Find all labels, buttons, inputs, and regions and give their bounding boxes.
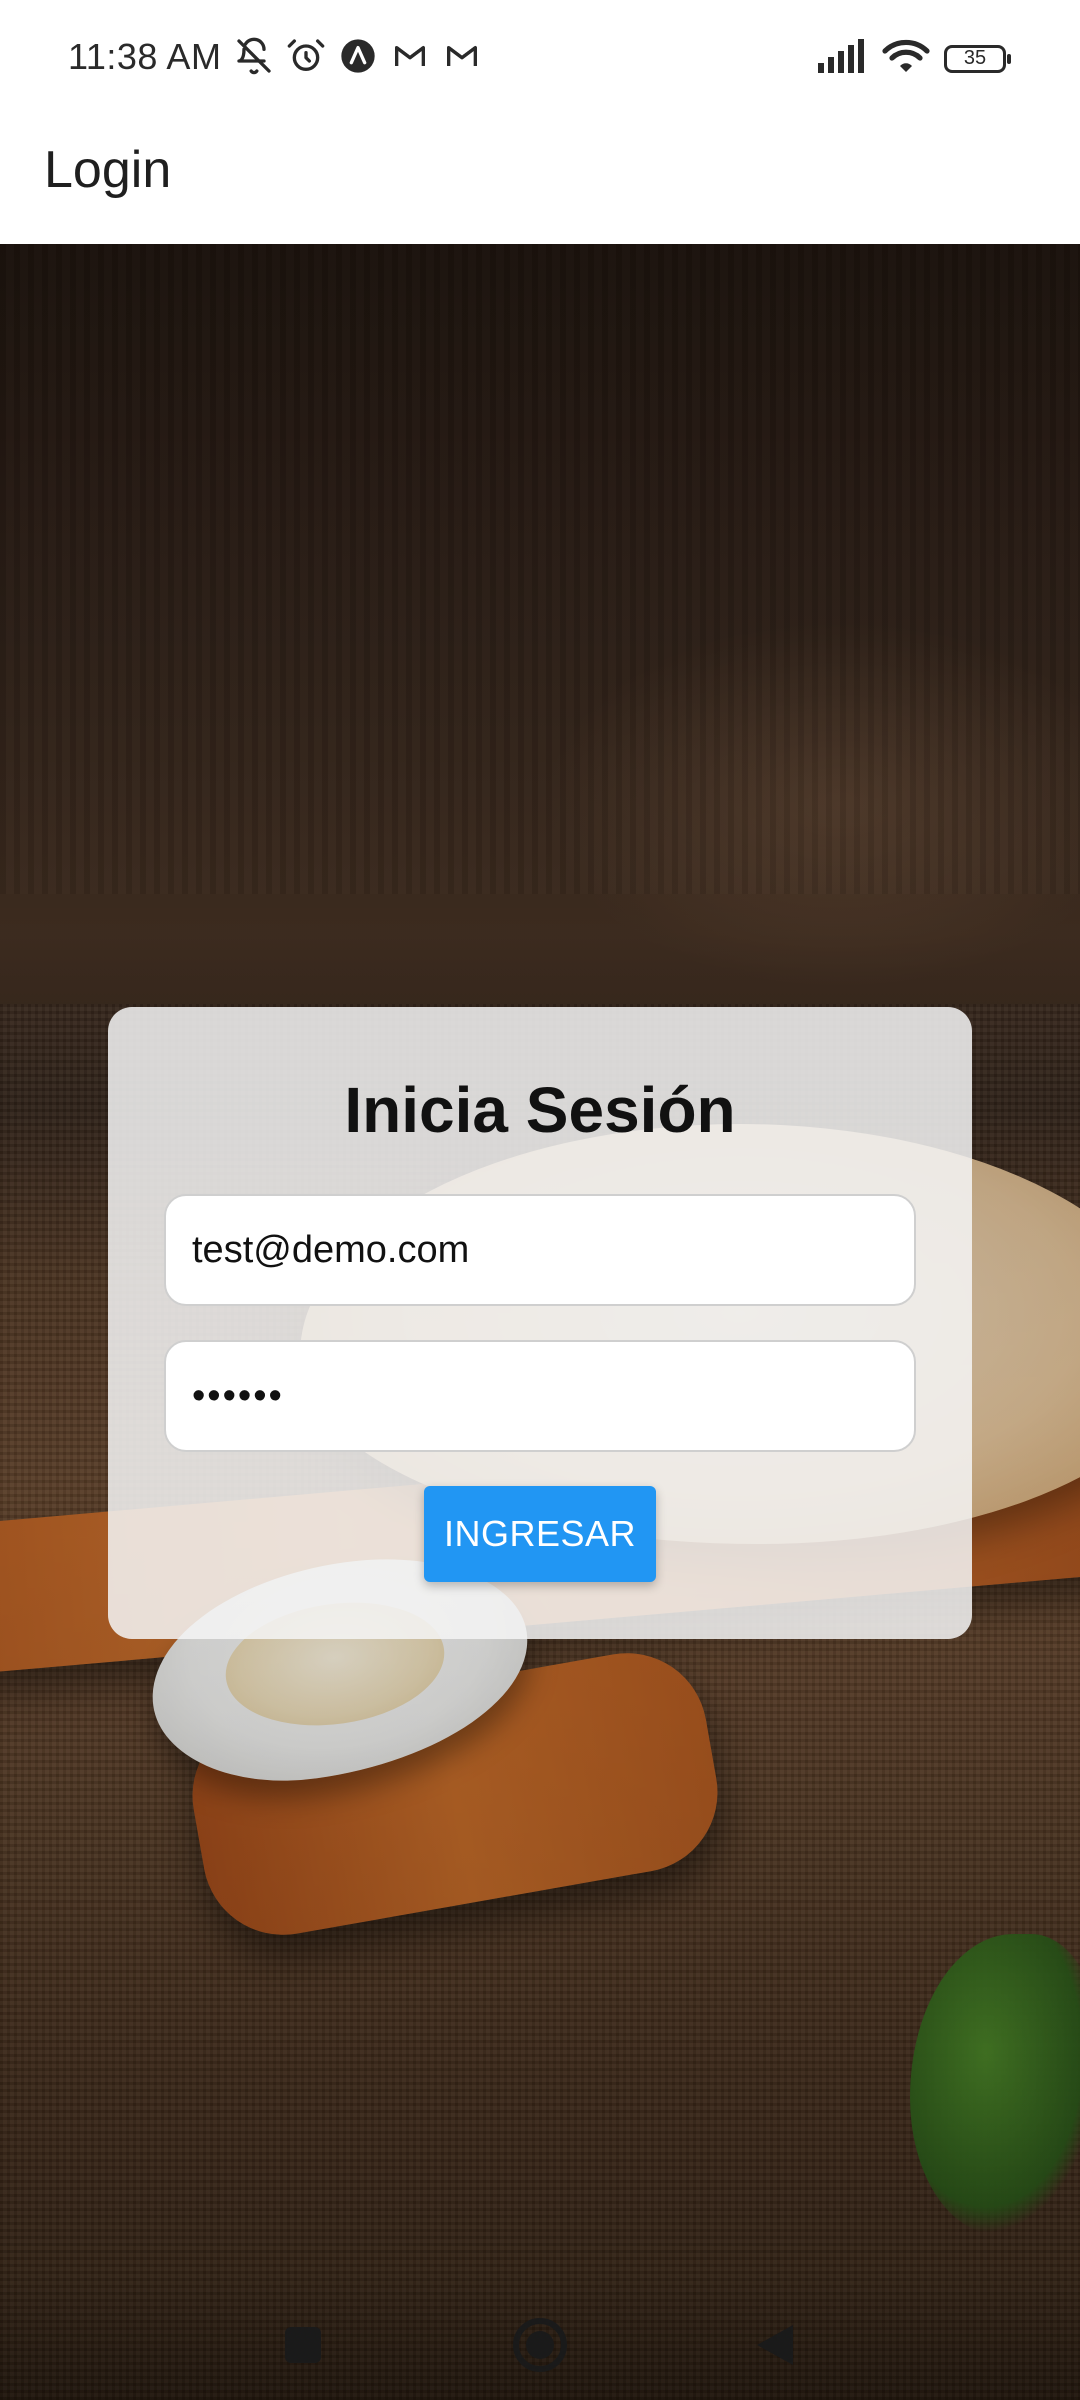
status-icons-left	[234, 36, 482, 76]
home-icon[interactable]	[505, 2310, 575, 2380]
login-card: Inicia Sesión test@demo.com •••••• INGRE…	[108, 1007, 972, 1639]
password-field[interactable]: ••••••	[164, 1340, 916, 1452]
navigation-bar	[0, 2270, 1080, 2400]
status-bar: 11:38 AM 35	[0, 0, 1080, 118]
password-field-value: ••••••	[192, 1374, 284, 1417]
wifi-icon	[882, 38, 930, 79]
back-icon[interactable]	[740, 2310, 810, 2380]
login-title: Inicia Sesión	[344, 1074, 736, 1146]
app-a-icon	[338, 36, 378, 76]
email-field[interactable]: test@demo.com	[164, 1194, 916, 1306]
login-button[interactable]: INGRESAR	[424, 1486, 656, 1582]
email-field-value: test@demo.com	[192, 1228, 470, 1271]
battery-level: 35	[963, 47, 987, 69]
login-screen: 11:38 AM 35 Login Inicia Sesión test@dem…	[0, 0, 1080, 2400]
status-icons-right: 35	[816, 38, 1011, 79]
gmail-icon	[442, 36, 482, 76]
alarm-icon	[286, 36, 326, 76]
signal-icon	[816, 39, 868, 78]
app-bar: Login	[0, 118, 1080, 244]
status-time: 11:38 AM	[68, 36, 222, 77]
recent-apps-icon[interactable]	[268, 2310, 338, 2380]
muted-bell-icon	[234, 36, 274, 76]
battery-icon: 35	[944, 44, 1011, 73]
gmail-icon	[390, 36, 430, 76]
page-title: Login	[44, 141, 172, 199]
